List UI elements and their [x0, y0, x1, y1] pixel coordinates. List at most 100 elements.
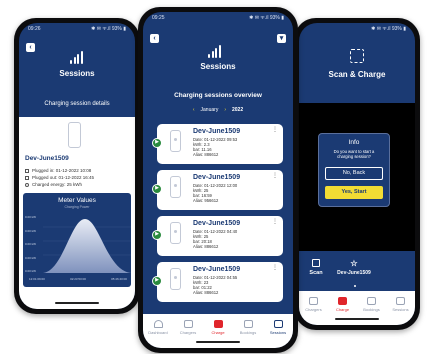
- nav-bookings[interactable]: Bookings: [235, 320, 261, 335]
- charge-logo-icon: [208, 45, 221, 58]
- year-label: 2022: [232, 107, 244, 113]
- overview-title: Charging sessions overview: [174, 92, 262, 99]
- nav-label: Dashboard: [148, 330, 168, 335]
- scan-icon: [312, 259, 320, 267]
- x-axis-labels: 12:01:09:00 02:23:50:00 05:46:40:00: [29, 277, 127, 281]
- nav-label: Chargers: [179, 330, 197, 335]
- next-month-icon[interactable]: ›: [224, 107, 226, 113]
- prev-month-icon[interactable]: ‹: [193, 107, 195, 113]
- home-indicator: [335, 318, 379, 320]
- nav-label: Sessions: [269, 330, 287, 335]
- status-bar: ✱ ✉ ᯤ.il 93% ▮: [299, 23, 415, 34]
- more-options-icon[interactable]: ⋮: [272, 127, 278, 133]
- calendar-icon: [25, 168, 29, 173]
- meter-subtitle: Charging Power: [64, 205, 90, 209]
- section-subtitle: Charging session details: [44, 101, 110, 107]
- home-indicator: [55, 302, 99, 304]
- charge-logo-icon: [70, 51, 83, 64]
- meter-chart: Meter Values Charging Power 0.00 kW 0.00…: [23, 193, 131, 287]
- page-dots: [354, 285, 356, 287]
- nav-label: Sessions: [392, 307, 409, 312]
- play-icon[interactable]: ▶: [152, 230, 162, 240]
- bookings-icon: [243, 320, 253, 328]
- play-icon[interactable]: ▶: [152, 276, 162, 286]
- play-icon[interactable]: ▶: [152, 184, 162, 194]
- phone-left: 09:26 ✱ ✉ ᯤ.il 93% ▮ ‹ Sessions Charging…: [14, 18, 140, 314]
- nav-label: Chargers: [305, 307, 322, 312]
- session-card[interactable]: ▶ ⋮ Dev-June1509 Date: 01-12-2022 04:55 …: [152, 262, 283, 302]
- status-time: 09:25: [152, 14, 165, 21]
- card-device: Dev-June1509: [193, 220, 241, 227]
- session-card[interactable]: ▶ ⋮ Dev-June1509 Date: 01-12-2022 12:00 …: [152, 170, 283, 210]
- status-icons: ✱ ✉ ᯤ.il 93% ▮: [371, 25, 406, 32]
- sessions-icon: [273, 320, 283, 328]
- energy-text: Charged energy: 25 kWh: [32, 182, 83, 187]
- status-bar: 09:25 ✱ ✉ ᯤ.il 93% ▮: [143, 12, 293, 23]
- more-options-icon[interactable]: ⋮: [272, 173, 278, 179]
- nav-chargers[interactable]: Chargers: [175, 320, 201, 335]
- back-icon[interactable]: ‹: [26, 43, 35, 52]
- status-time: 09:26: [28, 25, 41, 32]
- no-back-button[interactable]: No, Back: [325, 167, 383, 180]
- info-dialog: Info Do you want to start a charging ses…: [318, 133, 390, 207]
- star-icon: ☆: [350, 259, 358, 268]
- nav-chargers[interactable]: Chargers: [301, 297, 327, 312]
- chargers-icon: [309, 297, 318, 305]
- x-label: 02:23:50:00: [70, 277, 86, 281]
- status-icons: ✱ ✉ ᯤ.il 93% ▮: [249, 14, 284, 21]
- plugged-in-text: Plugged in: 01-12-2022 10:08: [32, 168, 92, 173]
- home-indicator: [196, 341, 240, 343]
- chargers-icon: [183, 320, 193, 328]
- back-icon[interactable]: ‹: [150, 34, 159, 43]
- status-bar: 09:26 ✱ ✉ ᯤ.il 93% ▮: [19, 23, 135, 34]
- energy-row: Charged energy: 25 kWh: [25, 182, 82, 187]
- nav-label: Charge: [335, 307, 350, 312]
- plugged-out-text: Plugged out: 01-12-2022 16:45: [32, 175, 95, 180]
- power-curve: [43, 219, 131, 273]
- card-alias: Alias: 886612: [193, 152, 219, 157]
- nav-dashboard[interactable]: Dashboard: [145, 320, 171, 335]
- more-options-icon[interactable]: ⋮: [272, 265, 278, 271]
- plugged-out-row: Plugged out: 01-12-2022 16:45: [25, 175, 94, 180]
- scan-action[interactable]: Scan: [305, 259, 327, 276]
- more-options-icon[interactable]: ⋮: [272, 219, 278, 225]
- charge-icon: [213, 320, 223, 328]
- menu-icon[interactable]: ▾: [277, 34, 286, 43]
- yes-start-button[interactable]: Yes, Start: [325, 186, 383, 199]
- dialog-title: Info: [348, 139, 360, 146]
- dialog-text: Do you want to start a charging session?: [333, 149, 375, 159]
- nav-charge[interactable]: Charge: [330, 297, 356, 312]
- nav-sessions[interactable]: Sessions: [265, 320, 291, 335]
- bookings-icon: [367, 297, 376, 305]
- camera-view: Info Do you want to start a charging ses…: [299, 103, 415, 251]
- scan-charge-screen: ✱ ✉ ᯤ.il 93% ▮ Scan & Charge Info Do you…: [299, 23, 415, 325]
- status-icons: ✱ ✉ ᯤ.il 93% ▮: [91, 25, 126, 32]
- x-label: 05:46:40:00: [111, 277, 127, 281]
- play-icon[interactable]: ▶: [152, 138, 162, 148]
- device-label: Dev-June1509: [337, 270, 371, 276]
- session-card[interactable]: ▶ ⋮ Dev-June1509 Date: 01-12-2022 04:40 …: [152, 216, 283, 256]
- card-device: Dev-June1509: [193, 128, 241, 135]
- nav-label: Charge: [211, 330, 225, 335]
- nav-bookings[interactable]: Bookings: [359, 297, 385, 312]
- nav-label: Bookings: [239, 330, 257, 335]
- x-label: 12:01:09:00: [29, 277, 45, 281]
- nav-sessions[interactable]: Sessions: [388, 297, 414, 312]
- dashboard-icon: [153, 320, 163, 328]
- card-alias: Alias: 886612: [193, 290, 219, 295]
- phone-right: ✱ ✉ ᯤ.il 93% ▮ Scan & Charge Info Do you…: [294, 18, 420, 330]
- card-alias: Alias: 956612: [193, 198, 219, 203]
- nav-charge[interactable]: Charge: [205, 320, 231, 335]
- plug-icon: [170, 268, 181, 290]
- calendar-icon: [25, 175, 29, 180]
- details-panel: Dev-June1509 Plugged in: 01-12-2022 10:0…: [19, 117, 135, 309]
- sessions-overview-screen: 09:25 ✱ ✉ ᯤ.il 93% ▮ ‹ ▾ Sessions Chargi…: [143, 12, 293, 348]
- plug-icon: [170, 176, 181, 198]
- charge-icon: [338, 297, 347, 305]
- phone-middle: 09:25 ✱ ✉ ᯤ.il 93% ▮ ‹ ▾ Sessions Chargi…: [138, 7, 298, 353]
- session-card[interactable]: ▶ ⋮ Dev-June1509 Date: 01-12-2022 09:53 …: [152, 124, 283, 164]
- session-plug-image: [68, 122, 81, 148]
- page-title: Sessions: [200, 62, 236, 71]
- scan-qr-icon: [350, 49, 364, 63]
- favorite-device[interactable]: ☆ Dev-June1509: [329, 259, 379, 276]
